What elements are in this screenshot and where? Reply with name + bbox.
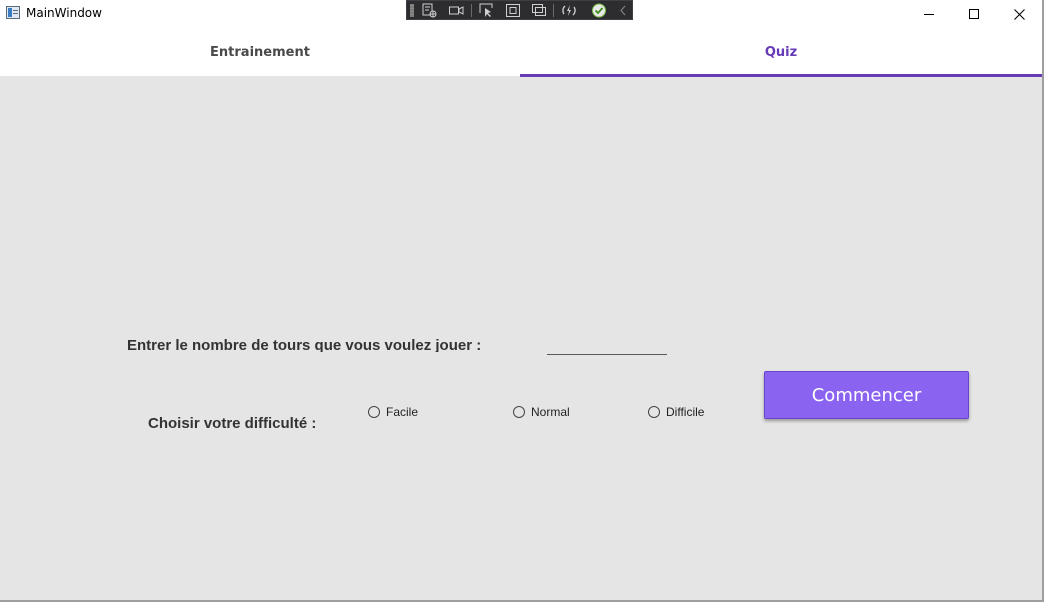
close-button[interactable] [996, 0, 1042, 28]
close-icon [1013, 8, 1025, 20]
tab-quiz[interactable]: Quiz [520, 28, 1042, 77]
minimize-icon [924, 14, 934, 15]
maximize-icon [969, 9, 979, 19]
separator [553, 4, 554, 17]
tours-input[interactable] [547, 333, 667, 355]
tab-entrainement[interactable]: Entrainement [0, 28, 520, 77]
select-element-icon[interactable] [479, 3, 495, 18]
track-focus-icon[interactable] [531, 3, 547, 18]
window-title: MainWindow [26, 6, 102, 20]
radio-circle-icon[interactable] [513, 406, 525, 418]
record-icon[interactable] [448, 3, 464, 18]
radio-circle-icon[interactable] [368, 406, 380, 418]
radio-difficile[interactable]: Difficile [648, 404, 704, 420]
difficulty-label: Choisir votre difficulté : [148, 415, 317, 432]
radio-circle-icon[interactable] [648, 406, 660, 418]
app-window-icon [6, 6, 20, 19]
tours-label: Entrer le nombre de tours que vous voule… [127, 337, 482, 352]
collapse-icon[interactable] [615, 3, 631, 18]
radio-facile[interactable]: Facile [368, 404, 418, 420]
debug-toolbar [406, 0, 633, 20]
layout-adorner-icon[interactable] [505, 3, 521, 18]
minimize-button[interactable] [906, 0, 952, 28]
start-button[interactable]: Commencer [764, 371, 969, 419]
live-visual-tree-icon[interactable] [421, 3, 437, 18]
radio-normal[interactable]: Normal [513, 404, 570, 420]
separator [471, 4, 472, 17]
radio-facile-label[interactable]: Facile [386, 405, 418, 419]
radio-difficile-label[interactable]: Difficile [666, 405, 704, 419]
maximize-button[interactable] [951, 0, 997, 28]
tab-bar: Entrainement Quiz [0, 28, 1044, 77]
grip-icon[interactable] [410, 4, 414, 17]
radio-normal-label[interactable]: Normal [531, 405, 570, 419]
hot-reload-icon[interactable] [561, 3, 577, 18]
check-icon[interactable] [591, 3, 607, 18]
